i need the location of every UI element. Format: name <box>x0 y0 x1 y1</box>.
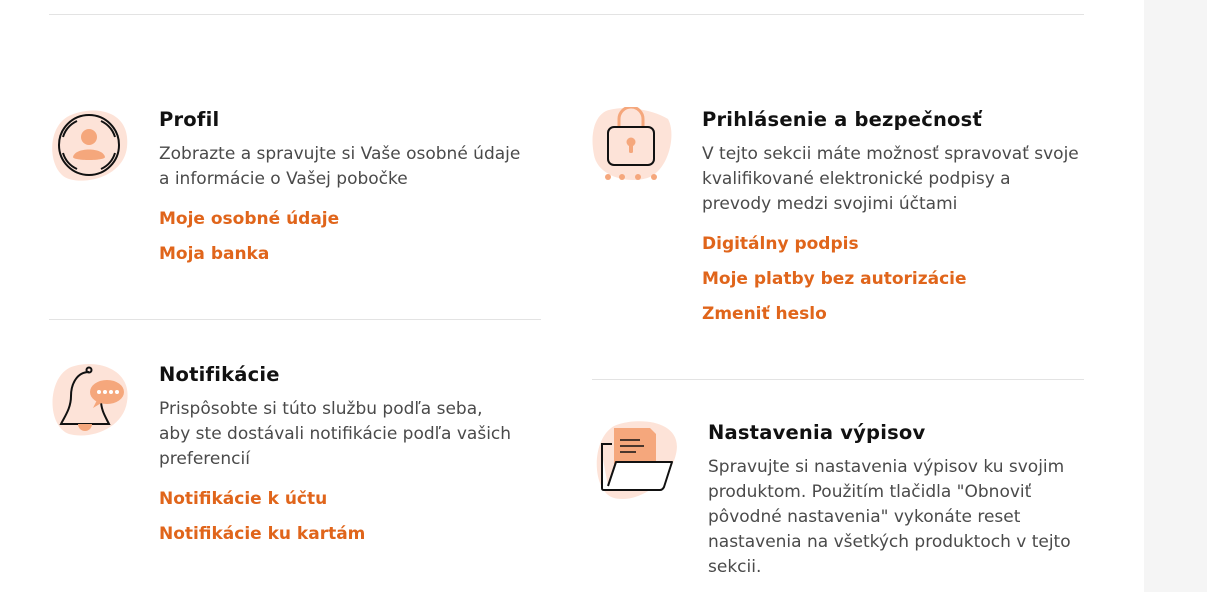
section-title: Prihlásenie a bezpečnosť <box>702 108 982 131</box>
user-avatar-icon <box>49 107 129 187</box>
top-divider <box>49 14 1084 15</box>
section-divider <box>49 319 541 320</box>
link-card-notifications[interactable]: Notifikácie ku kartám <box>159 517 519 552</box>
link-account-notifications[interactable]: Notifikácie k účtu <box>159 482 519 517</box>
bell-icon <box>49 362 129 442</box>
section-description: Spravujte si nastavenia výpisov ku svoji… <box>708 457 1071 577</box>
padlock-icon <box>592 105 672 187</box>
link-personal-data[interactable]: Moje osobné údaje <box>159 202 529 237</box>
section-description: Zobrazte a spravujte si Vaše osobné údaj… <box>159 144 521 189</box>
section-title: Notifikácie <box>159 363 280 386</box>
link-payments-without-authorization[interactable]: Moje platby bez autorizácie <box>702 262 1084 297</box>
section-title: Profil <box>159 108 220 131</box>
section-title: Nastavenia výpisov <box>708 421 926 444</box>
folder-document-icon <box>592 420 680 502</box>
section-description: Prispôsobte si túto službu podľa seba, a… <box>159 399 512 469</box>
section-divider <box>592 379 1084 380</box>
page-side-gutter <box>1144 0 1207 592</box>
link-digital-signature[interactable]: Digitálny podpis <box>702 227 1084 262</box>
link-my-bank[interactable]: Moja banka <box>159 237 529 272</box>
section-description: V tejto sekcii máte možnosť spravovať sv… <box>702 144 1079 214</box>
link-change-password[interactable]: Zmeniť heslo <box>702 297 1084 332</box>
